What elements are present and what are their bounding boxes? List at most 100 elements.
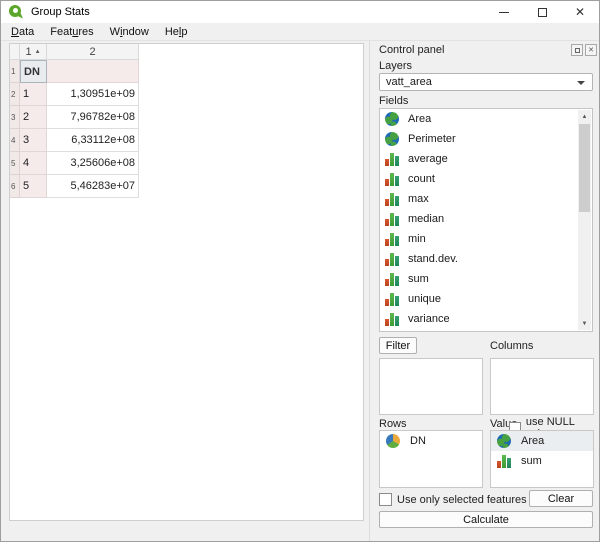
layer-selected-value: vatt_area [386,76,432,88]
bar-chart-icon [385,152,399,166]
table-corner[interactable] [10,44,20,60]
row-header[interactable]: 6 [10,175,20,198]
bar-chart-icon [385,192,399,206]
clear-button[interactable]: Clear [529,490,593,507]
value-drop-box[interactable]: Area sum [490,430,594,488]
minimize-button[interactable] [485,1,523,23]
bar-chart-icon [385,232,399,246]
key-cell[interactable]: 2 [20,106,47,129]
menu-window[interactable]: Window [102,24,157,40]
window-title: Group Stats [31,6,90,18]
filter-button[interactable]: Filter [379,337,417,354]
dock-buttons: ✕ [571,44,597,56]
bar-chart-icon [385,212,399,226]
bar-chart-icon [385,172,399,186]
bar-chart-icon [385,292,399,306]
globe-icon [385,112,399,126]
table-row: 2 1 1,30951e+09 [10,83,363,106]
field-item-stand-dev[interactable]: stand.dev. [380,249,592,269]
scrollbar-thumb[interactable] [579,124,590,212]
rows-drop-box[interactable]: DN [379,430,483,488]
row-header[interactable]: 3 [10,106,20,129]
column-header-1[interactable]: 1 ▲ [20,44,47,60]
row-header[interactable]: 5 [10,152,20,175]
rows-label: Rows [379,418,407,430]
field-item-average[interactable]: average [380,149,592,169]
sort-ascending-icon: ▲ [35,49,41,55]
key-cell[interactable]: 5 [20,175,47,198]
globe-icon [385,132,399,146]
row-field-cell[interactable]: DN [20,60,47,83]
table-row: 1 DN [10,60,363,83]
field-item-count[interactable]: count [380,169,592,189]
field-item-sum[interactable]: sum [380,269,592,289]
group-stats-window: Group Stats ✕ Data Features Window Help … [0,0,600,542]
bar-chart-icon [497,454,511,468]
use-only-selected-features-checkbox[interactable]: Use only selected features [379,493,527,506]
calculate-button[interactable]: Calculate [379,511,593,528]
stats-table: 1 ▲ 2 1 DN 2 1 1,30951e+09 3 2 7,96782e+… [9,43,364,521]
field-item-unique[interactable]: unique [380,289,592,309]
fields-scrollbar[interactable]: ▲ ▼ [578,110,591,330]
maximize-icon [538,8,547,17]
minimize-icon [499,12,509,13]
field-item-max[interactable]: max [380,189,592,209]
columns-drop-box[interactable] [490,358,594,415]
bar-chart-icon [385,312,399,326]
layer-select[interactable]: vatt_area [379,73,593,91]
table-row: 4 3 6,33112e+08 [10,129,363,152]
control-panel: Control panel ✕ Layers vatt_area Fields … [369,41,600,542]
row-header[interactable]: 4 [10,129,20,152]
menu-features[interactable]: Features [42,24,101,40]
fields-list: Area Perimeter average count max median … [379,108,593,332]
field-item-median[interactable]: median [380,209,592,229]
key-cell[interactable]: 1 [20,83,47,106]
globe-icon [497,434,511,448]
key-cell[interactable]: 4 [20,152,47,175]
float-panel-button[interactable] [571,44,583,56]
float-icon [575,48,580,53]
close-icon: ✕ [588,46,594,54]
field-item-min[interactable]: min [380,229,592,249]
table-row: 5 4 3,25606e+08 [10,152,363,175]
close-panel-button[interactable]: ✕ [585,44,597,56]
column-header-2[interactable]: 2 [47,44,139,60]
columns-label: Columns [490,340,533,352]
menu-bar: Data Features Window Help [1,23,599,41]
close-button[interactable]: ✕ [561,1,599,23]
control-panel-title: Control panel [379,44,444,56]
title-bar: Group Stats ✕ [1,1,599,23]
table-header-row: 1 ▲ 2 [10,44,363,60]
pie-chart-icon [386,434,400,448]
menu-data[interactable]: Data [3,24,42,40]
fields-label: Fields [379,95,408,107]
value-cell[interactable] [47,60,139,83]
scroll-up-icon[interactable]: ▲ [578,110,591,123]
menu-help[interactable]: Help [157,24,196,40]
value-item-sum[interactable]: sum [491,451,593,471]
filter-drop-box[interactable] [379,358,483,415]
value-cell[interactable]: 3,25606e+08 [47,152,139,175]
bar-chart-icon [385,252,399,266]
value-item-area[interactable]: Area [491,431,593,451]
field-item-perimeter[interactable]: Perimeter [380,129,592,149]
checkbox-icon[interactable] [379,493,392,506]
key-cell[interactable]: 3 [20,129,47,152]
chevron-down-icon [577,81,585,85]
layers-label: Layers [379,60,412,72]
field-item-area[interactable]: Area [380,109,592,129]
value-cell[interactable]: 6,33112e+08 [47,129,139,152]
row-header[interactable]: 1 [10,60,20,83]
value-cell[interactable]: 7,96782e+08 [47,106,139,129]
qgis-logo-icon [9,5,24,20]
close-icon: ✕ [575,6,585,18]
value-cell[interactable]: 5,46283e+07 [47,175,139,198]
field-item-variance[interactable]: variance [380,309,592,329]
value-cell[interactable]: 1,30951e+09 [47,83,139,106]
scroll-down-icon[interactable]: ▼ [578,317,591,330]
maximize-button[interactable] [523,1,561,23]
table-row: 3 2 7,96782e+08 [10,106,363,129]
rows-item-dn[interactable]: DN [380,431,482,451]
table-row: 6 5 5,46283e+07 [10,175,363,198]
row-header[interactable]: 2 [10,83,20,106]
